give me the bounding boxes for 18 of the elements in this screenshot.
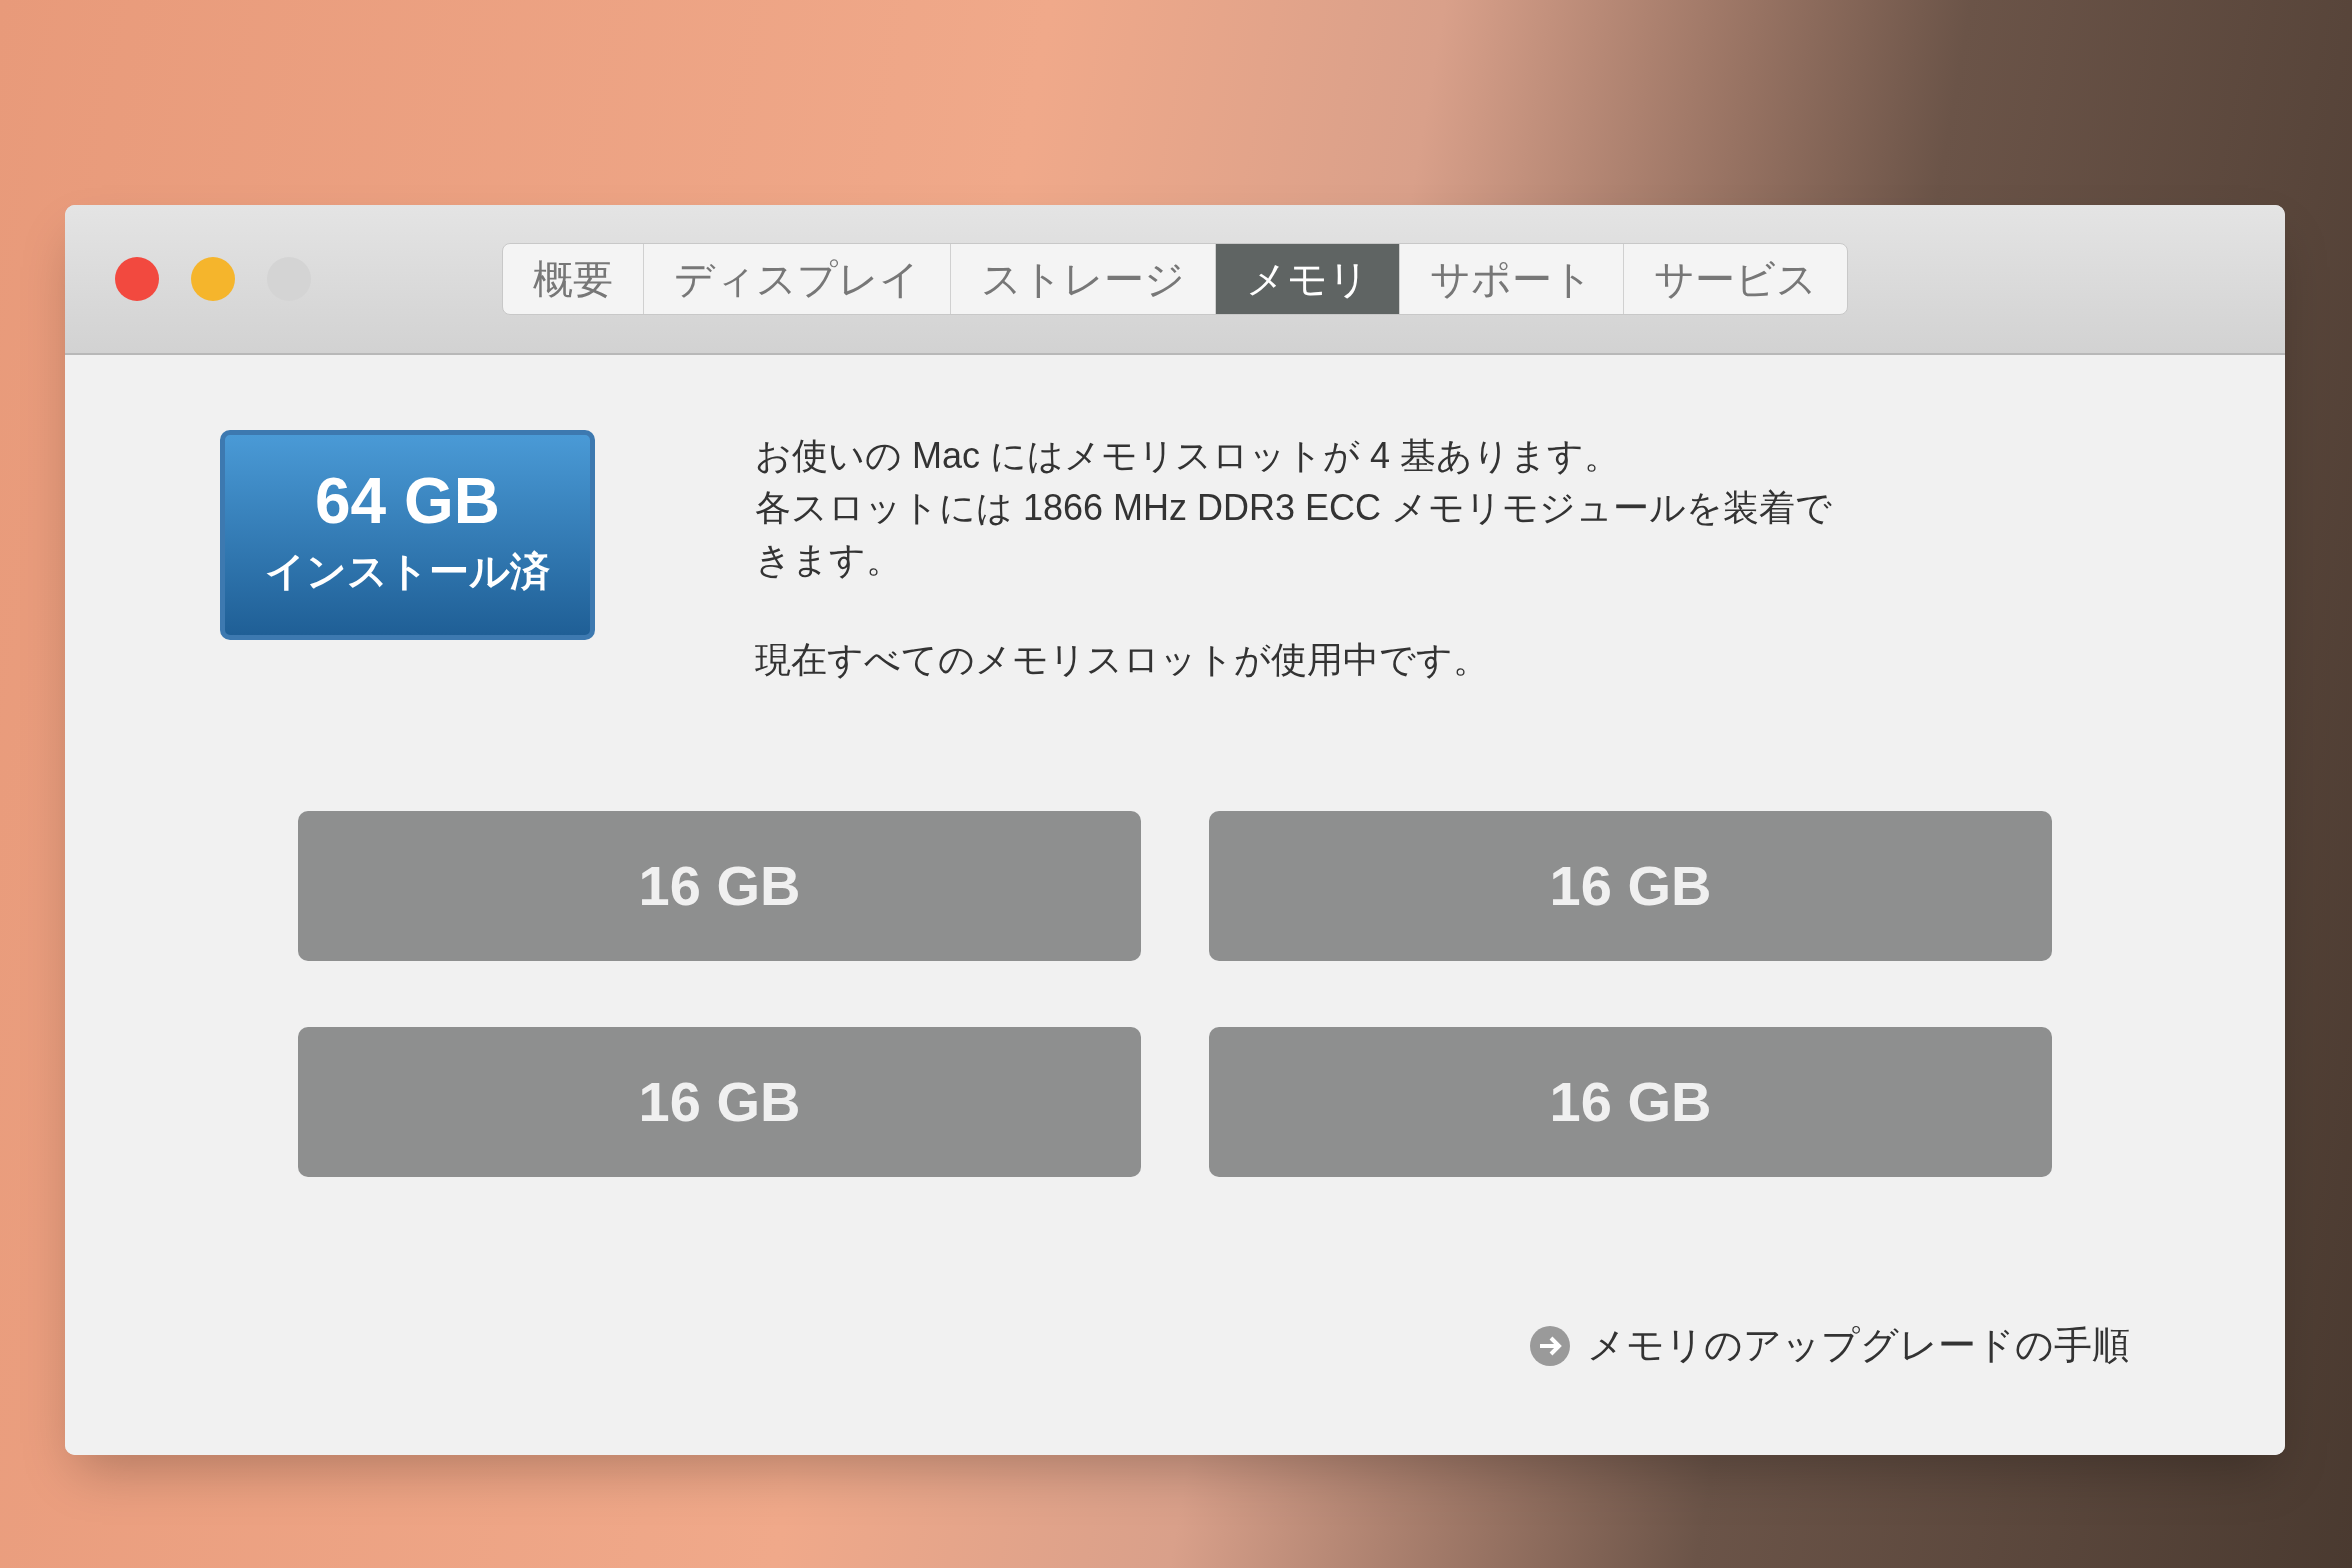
arrow-circle-icon	[1529, 1324, 1571, 1367]
slot-size: 16 GB	[638, 853, 801, 919]
tab[interactable]: 概要	[503, 244, 644, 314]
slot-info-text: 各スロットには 1866 MHz DDR3 ECC メモリモジュールを装着できます。	[755, 486, 1834, 582]
memory-size: 64 GB	[315, 469, 500, 533]
tab[interactable]: ディスプレイ	[644, 244, 951, 314]
slot-info-text: お使いの Mac にはメモリスロットが 4 基あります。	[755, 434, 1622, 478]
window-control-button[interactable]	[191, 257, 235, 301]
tab[interactable]: サポート	[1400, 244, 1624, 314]
slot-size: 16 GB	[1549, 853, 1712, 919]
slot-status-text: 現在すべてのメモリスロットが使用中です。	[755, 638, 1490, 682]
slot-size: 16 GB	[638, 1069, 801, 1135]
upgrade-link[interactable]: メモリのアップグレードの手順	[1529, 1317, 2130, 1374]
window-control-button[interactable]	[115, 257, 159, 301]
slot-size: 16 GB	[1549, 1069, 1712, 1135]
installed-label: インストール済	[265, 548, 550, 595]
tab[interactable]: サービス	[1624, 244, 1847, 314]
tab[interactable]: メモリ	[1216, 244, 1400, 314]
